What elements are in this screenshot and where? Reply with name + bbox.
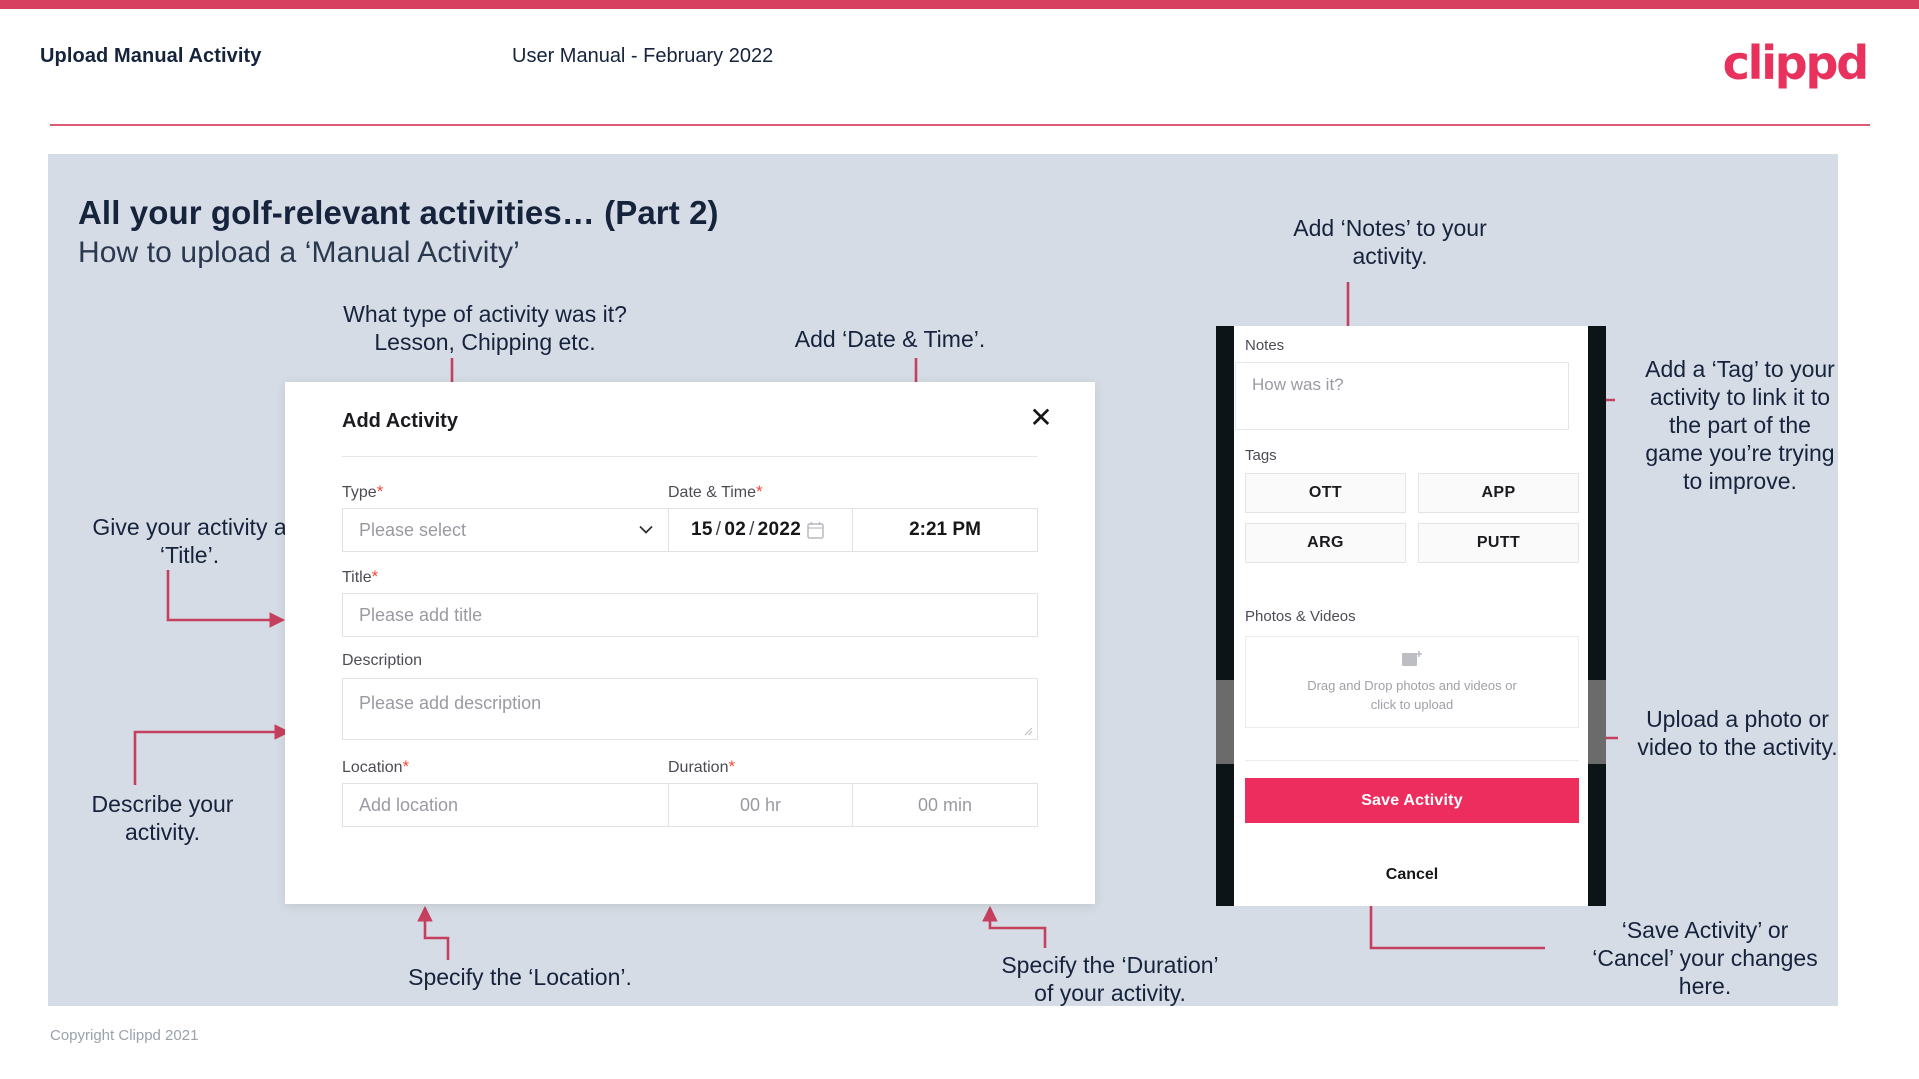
- chevron-down-icon: [639, 525, 653, 534]
- annotation-datetime: Add ‘Date & Time’.: [794, 326, 986, 352]
- photo-dropzone[interactable]: Drag and Drop photos and videos or click…: [1245, 636, 1579, 728]
- phone-bezel-left: [1216, 326, 1234, 906]
- title-label-text: Title: [342, 569, 372, 586]
- clippd-logo: clippd: [1722, 36, 1870, 90]
- title-input[interactable]: Please add title: [342, 593, 1038, 637]
- type-select[interactable]: Please select: [342, 508, 672, 552]
- date-day: 15: [691, 519, 713, 540]
- top-accent-bar: [0, 0, 1919, 9]
- duration-hours-input[interactable]: 00 hr: [668, 783, 853, 827]
- type-placeholder: Please select: [359, 519, 467, 540]
- copyright-text: Copyright Clippd 2021: [50, 1027, 199, 1044]
- close-icon[interactable]: ✕: [1025, 402, 1057, 434]
- required-asterisk: *: [402, 757, 410, 776]
- cancel-button[interactable]: Cancel: [1245, 863, 1579, 887]
- phone-side-button-right: [1588, 680, 1606, 764]
- notes-placeholder: How was it?: [1252, 375, 1344, 394]
- dialog-divider: [342, 456, 1038, 457]
- annotation-upload: Upload a photo or video to the activity.: [1637, 706, 1838, 761]
- description-field-label: Description: [342, 652, 423, 669]
- required-asterisk: *: [376, 482, 384, 501]
- header-center-title: User Manual - February 2022: [512, 45, 774, 67]
- description-placeholder: Please add description: [359, 693, 542, 713]
- required-asterisk: *: [371, 567, 379, 586]
- location-placeholder: Add location: [359, 794, 459, 815]
- date-year: 2022: [757, 519, 802, 540]
- tag-button-ott[interactable]: OTT: [1245, 473, 1406, 513]
- header-divider: [50, 124, 1870, 126]
- type-field-label: Type*: [342, 482, 383, 502]
- add-activity-dialog: Add Activity ✕ Type* Please select Date …: [285, 382, 1095, 904]
- annotation-description: Describe your activity.: [91, 791, 234, 846]
- location-input[interactable]: Add location: [342, 783, 672, 827]
- tag-button-putt[interactable]: PUTT: [1418, 523, 1579, 563]
- tag-button-arg[interactable]: ARG: [1245, 523, 1406, 563]
- duration-minutes-input[interactable]: 00 min: [853, 783, 1038, 827]
- annotation-tags: Add a ‘Tag’ to your activity to link it …: [1645, 356, 1835, 495]
- tags-label: Tags: [1245, 447, 1277, 464]
- annotation-location: Specify the ‘Location’.: [408, 964, 632, 990]
- dialog-title: Add Activity: [342, 410, 458, 432]
- slide-title-bold: All your golf-relevant activities… (Part…: [78, 194, 719, 231]
- description-textarea[interactable]: Please add description: [342, 678, 1038, 740]
- add-image-icon: [1402, 650, 1422, 666]
- required-asterisk: *: [756, 482, 763, 501]
- annotation-type: What type of activity was it? Lesson, Ch…: [343, 301, 627, 356]
- notes-label: Notes: [1245, 337, 1285, 354]
- dropzone-text: Drag and Drop photos and videos or click…: [1307, 677, 1517, 713]
- location-field-label: Location*: [342, 757, 409, 777]
- resize-grip-icon[interactable]: [1023, 726, 1033, 736]
- datetime-field-label: Date & Time*: [668, 482, 763, 502]
- notes-textarea[interactable]: How was it?: [1235, 362, 1569, 430]
- location-label-text: Location: [342, 759, 403, 776]
- phone-bezel-right: [1588, 326, 1606, 906]
- required-asterisk: *: [728, 757, 736, 776]
- photos-videos-label: Photos & Videos: [1245, 608, 1356, 625]
- header-left-title: Upload Manual Activity: [40, 45, 262, 67]
- datetime-label-text: Date & Time: [668, 484, 757, 501]
- title-field-label: Title*: [342, 567, 378, 587]
- slide-subtitle: How to upload a ‘Manual Activity’: [78, 236, 520, 269]
- annotation-save-cancel: ‘Save Activity’ or ‘Cancel’ your changes…: [1592, 917, 1818, 1000]
- date-month: 02: [724, 519, 747, 540]
- tag-button-app[interactable]: APP: [1418, 473, 1579, 513]
- date-value: 15/02/2022: [691, 519, 802, 540]
- calendar-icon[interactable]: [807, 521, 824, 539]
- slide-root: Upload Manual Activity User Manual - Feb…: [0, 0, 1919, 1079]
- type-label-text: Type: [342, 484, 377, 501]
- title-placeholder: Please add title: [359, 604, 483, 625]
- duration-label-text: Duration: [668, 759, 729, 776]
- save-activity-button[interactable]: Save Activity: [1245, 778, 1579, 823]
- annotation-duration: Specify the ‘Duration’ of your activity.: [1001, 952, 1219, 1007]
- phone-divider: [1245, 760, 1579, 761]
- annotation-notes: Add ‘Notes’ to your activity.: [1293, 215, 1487, 270]
- date-input[interactable]: 15/02/2022: [668, 508, 853, 552]
- duration-field-label: Duration*: [668, 757, 735, 777]
- time-input[interactable]: 2:21 PM: [853, 508, 1038, 552]
- phone-side-button-left: [1216, 680, 1234, 764]
